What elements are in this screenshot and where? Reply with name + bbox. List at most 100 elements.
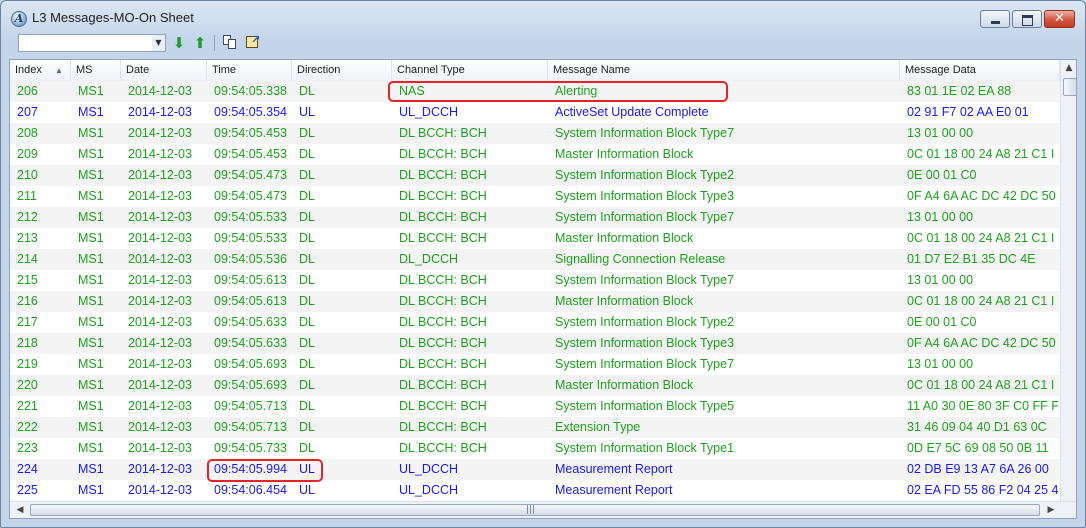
close-button[interactable]: ✕: [1044, 10, 1075, 28]
dropdown-arrow-icon[interactable]: ▼: [152, 35, 165, 51]
table-header: Index ▲ MS Date Time Direction Channel T…: [10, 60, 1060, 82]
cell-ms: MS1: [78, 168, 104, 182]
table-row[interactable]: 223 MS1 2014-12-03 09:54:05.733 DL DL BCCH: B…: [10, 438, 1060, 459]
cell-ms: MS1: [78, 336, 104, 350]
cell-message-name: System Information Block Type2: [555, 315, 735, 329]
column-header-time[interactable]: Time: [207, 60, 292, 81]
column-header-index[interactable]: Index ▲: [10, 60, 71, 81]
table-row[interactable]: 221 MS1 2014-12-03 09:54:05.713 DL DL BCCH: B…: [10, 396, 1060, 417]
cell-channel-type: NAS: [399, 84, 425, 98]
cell-message-data: 01 D7 E2 B1 35 DC 4E: [907, 252, 1036, 266]
cell-message-data: 02 DB E9 13 A7 6A 26 00: [907, 462, 1049, 476]
table-row[interactable]: 215 MS1 2014-12-03 09:54:05.613 DL DL BCCH: B…: [10, 270, 1060, 291]
cell-time: 09:54:05.533: [214, 231, 287, 245]
column-header-ms[interactable]: MS: [71, 60, 121, 81]
cell-channel-type: DL BCCH: BCH: [399, 441, 487, 455]
table-row[interactable]: 212 MS1 2014-12-03 09:54:05.533 DL DL BCCH: B…: [10, 207, 1060, 228]
cell-index: 209: [17, 147, 38, 161]
cell-index: 221: [17, 399, 38, 413]
cell-message-name: System Information Block Type7: [555, 126, 735, 140]
vertical-scrollbar[interactable]: ▲: [1060, 60, 1076, 501]
cell-direction: DL: [299, 84, 315, 98]
cell-channel-type: UL_DCCH: [399, 462, 459, 476]
cell-date: 2014-12-03: [128, 273, 192, 287]
cell-date: 2014-12-03: [128, 147, 192, 161]
table-row[interactable]: 211 MS1 2014-12-03 09:54:05.473 DL DL BCCH: B…: [10, 186, 1060, 207]
column-header-date[interactable]: Date: [121, 60, 207, 81]
cell-message-name: System Information Block Type5: [555, 399, 735, 413]
filter-combobox[interactable]: ▼: [18, 34, 166, 52]
cell-direction: DL: [299, 189, 315, 203]
column-header-direction[interactable]: Direction: [292, 60, 392, 81]
cell-channel-type: DL_DCCH: [399, 252, 459, 266]
minimize-button[interactable]: [980, 10, 1010, 28]
arrow-up-icon[interactable]: ⬆: [191, 34, 209, 52]
cell-message-data: 0D E7 5C 69 08 50 0B 11: [907, 441, 1049, 455]
cell-ms: MS1: [78, 378, 104, 392]
scroll-left-icon[interactable]: ◀: [13, 502, 27, 518]
cell-index: 222: [17, 420, 38, 434]
title-bar[interactable]: A L3 Messages-MO-On Sheet ✕: [1, 1, 1085, 31]
table-row[interactable]: 208 MS1 2014-12-03 09:54:05.453 DL DL BCCH: B…: [10, 123, 1060, 144]
cell-message-data: 0F A4 6A AC DC 42 DC 50: [907, 336, 1056, 350]
export-icon[interactable]: ↗: [245, 34, 261, 50]
cell-channel-type: DL BCCH: BCH: [399, 294, 487, 308]
cell-message-data: 13 01 00 00: [907, 210, 974, 224]
column-header-message-name[interactable]: Message Name: [548, 60, 900, 81]
maximize-button[interactable]: [1012, 10, 1042, 28]
cell-message-name: System Information Block Type7: [555, 273, 735, 287]
cell-direction: DL: [299, 126, 315, 140]
copy-icon[interactable]: [223, 35, 238, 50]
table-row[interactable]: 210 MS1 2014-12-03 09:54:05.473 DL DL BCCH: B…: [10, 165, 1060, 186]
cell-direction: DL: [299, 231, 315, 245]
cell-message-name: System Information Block Type2: [555, 168, 735, 182]
table-row[interactable]: 218 MS1 2014-12-03 09:54:05.633 DL DL BCCH: B…: [10, 333, 1060, 354]
cell-index: 214: [17, 252, 38, 266]
cell-message-name: Master Information Block: [555, 378, 694, 392]
cell-channel-type: DL BCCH: BCH: [399, 420, 487, 434]
scroll-up-icon[interactable]: ▲: [1061, 60, 1076, 77]
cell-message-name: Signalling Connection Release: [555, 252, 726, 266]
cell-index: 208: [17, 126, 38, 140]
cell-index: 207: [17, 105, 38, 119]
horizontal-scroll-thumb[interactable]: |||: [30, 504, 1040, 516]
table-row[interactable]: 209 MS1 2014-12-03 09:54:05.453 DL DL BCCH: B…: [10, 144, 1060, 165]
table-row[interactable]: 224 MS1 2014-12-03 09:54:05.994 UL UL_DCCH Mea…: [10, 459, 1060, 480]
table-row[interactable]: 222 MS1 2014-12-03 09:54:05.713 DL DL BCCH: B…: [10, 417, 1060, 438]
cell-channel-type: DL BCCH: BCH: [399, 273, 487, 287]
horizontal-scrollbar[interactable]: ◀ ||| ▶: [10, 501, 1076, 518]
table-row[interactable]: 225 MS1 2014-12-03 09:54:06.454 UL UL_DCCH Mea…: [10, 480, 1060, 501]
cell-date: 2014-12-03: [128, 462, 192, 476]
column-header-channel-type[interactable]: Channel Type: [392, 60, 548, 81]
cell-channel-type: DL BCCH: BCH: [399, 168, 487, 182]
table-row[interactable]: 206 MS1 2014-12-03 09:54:05.338 DL NAS Alertin…: [10, 81, 1060, 102]
table-row[interactable]: 219 MS1 2014-12-03 09:54:05.693 DL DL BCCH: B…: [10, 354, 1060, 375]
cell-time: 09:54:05.613: [214, 294, 287, 308]
column-header-message-data[interactable]: Message Data: [900, 60, 1060, 81]
scroll-right-icon[interactable]: ▶: [1044, 502, 1058, 518]
cell-time: 09:54:05.693: [214, 357, 287, 371]
table-row[interactable]: 214 MS1 2014-12-03 09:54:05.536 DL DL_DCCH Sig…: [10, 249, 1060, 270]
arrow-down-icon[interactable]: ⬇: [170, 34, 188, 52]
cell-channel-type: UL_DCCH: [399, 483, 459, 497]
table-row[interactable]: 207 MS1 2014-12-03 09:54:05.354 UL UL_DCCH Act…: [10, 102, 1060, 123]
cell-date: 2014-12-03: [128, 483, 192, 497]
cell-direction: DL: [299, 420, 315, 434]
cell-index: 211: [17, 189, 37, 203]
table-row[interactable]: 217 MS1 2014-12-03 09:54:05.633 DL DL BCCH: B…: [10, 312, 1060, 333]
cell-message-name: Master Information Block: [555, 231, 694, 245]
cell-index: 206: [17, 84, 38, 98]
cell-ms: MS1: [78, 315, 104, 329]
cell-ms: MS1: [78, 84, 104, 98]
table-row[interactable]: 220 MS1 2014-12-03 09:54:05.693 DL DL BCCH: B…: [10, 375, 1060, 396]
table-row[interactable]: 216 MS1 2014-12-03 09:54:05.613 DL DL BCCH: B…: [10, 291, 1060, 312]
cell-message-name: System Information Block Type3: [555, 336, 735, 350]
close-icon: ✕: [1054, 11, 1065, 26]
table-row[interactable]: 213 MS1 2014-12-03 09:54:05.533 DL DL BCCH: B…: [10, 228, 1060, 249]
cell-index: 215: [17, 273, 38, 287]
vertical-scroll-thumb[interactable]: [1063, 78, 1076, 96]
cell-message-data: 0C 01 18 00 24 A8 21 C1 I: [907, 294, 1055, 308]
cell-ms: MS1: [78, 273, 104, 287]
cell-time: 09:54:05.338: [214, 84, 287, 98]
cell-date: 2014-12-03: [128, 315, 192, 329]
